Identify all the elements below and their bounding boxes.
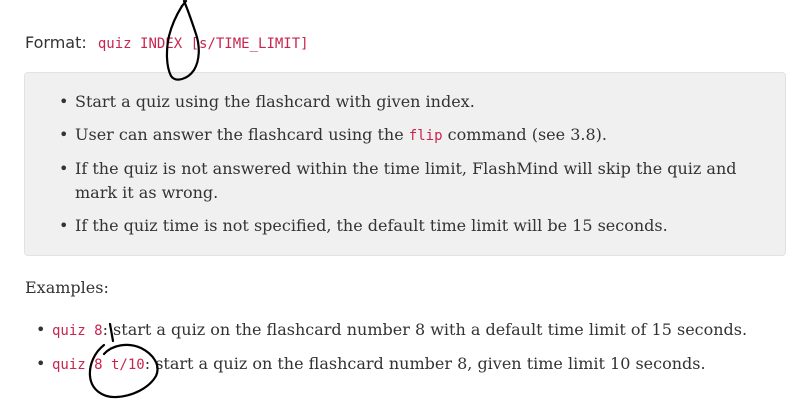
example-code: quiz 8 t/10 (52, 357, 145, 373)
format-command: quiz INDEX [s/TIME_LIMIT] (97, 36, 309, 52)
example-text: : start a quiz on the flashcard number 8… (144, 354, 706, 373)
examples-list: quiz 8: start a quiz on the flashcard nu… (36, 318, 776, 386)
note-item: Start a quiz using the flashcard with gi… (59, 90, 767, 114)
notes-list: Start a quiz using the flashcard with gi… (59, 90, 767, 247)
note-text: If the quiz time is not specified, the d… (75, 216, 668, 235)
handwritten-tick-top (180, 0, 188, 8)
notes-box: Start a quiz using the flashcard with gi… (24, 72, 786, 256)
note-item: If the quiz time is not specified, the d… (59, 214, 767, 238)
note-text-after: command (see 3.8). (442, 125, 607, 144)
format-line: Format: quiz INDEX [s/TIME_LIMIT] (25, 32, 309, 55)
note-item: User can answer the flashcard using the … (59, 123, 767, 148)
examples-title: Examples: (25, 278, 109, 297)
example-item: quiz 8 t/10: start a quiz on the flashca… (36, 352, 776, 377)
format-label: Format: (25, 33, 87, 52)
note-text-before: User can answer the flashcard using the (75, 125, 409, 144)
note-text: If the quiz is not answered within the t… (75, 159, 737, 202)
flip-command-code: flip (408, 128, 443, 144)
example-text: : start a quiz on the flashcard number 8… (102, 320, 748, 339)
note-item: If the quiz is not answered within the t… (59, 157, 767, 205)
example-item: quiz 8: start a quiz on the flashcard nu… (36, 318, 776, 343)
example-code: quiz 8 (52, 323, 103, 339)
note-text: Start a quiz using the flashcard with gi… (75, 92, 475, 111)
